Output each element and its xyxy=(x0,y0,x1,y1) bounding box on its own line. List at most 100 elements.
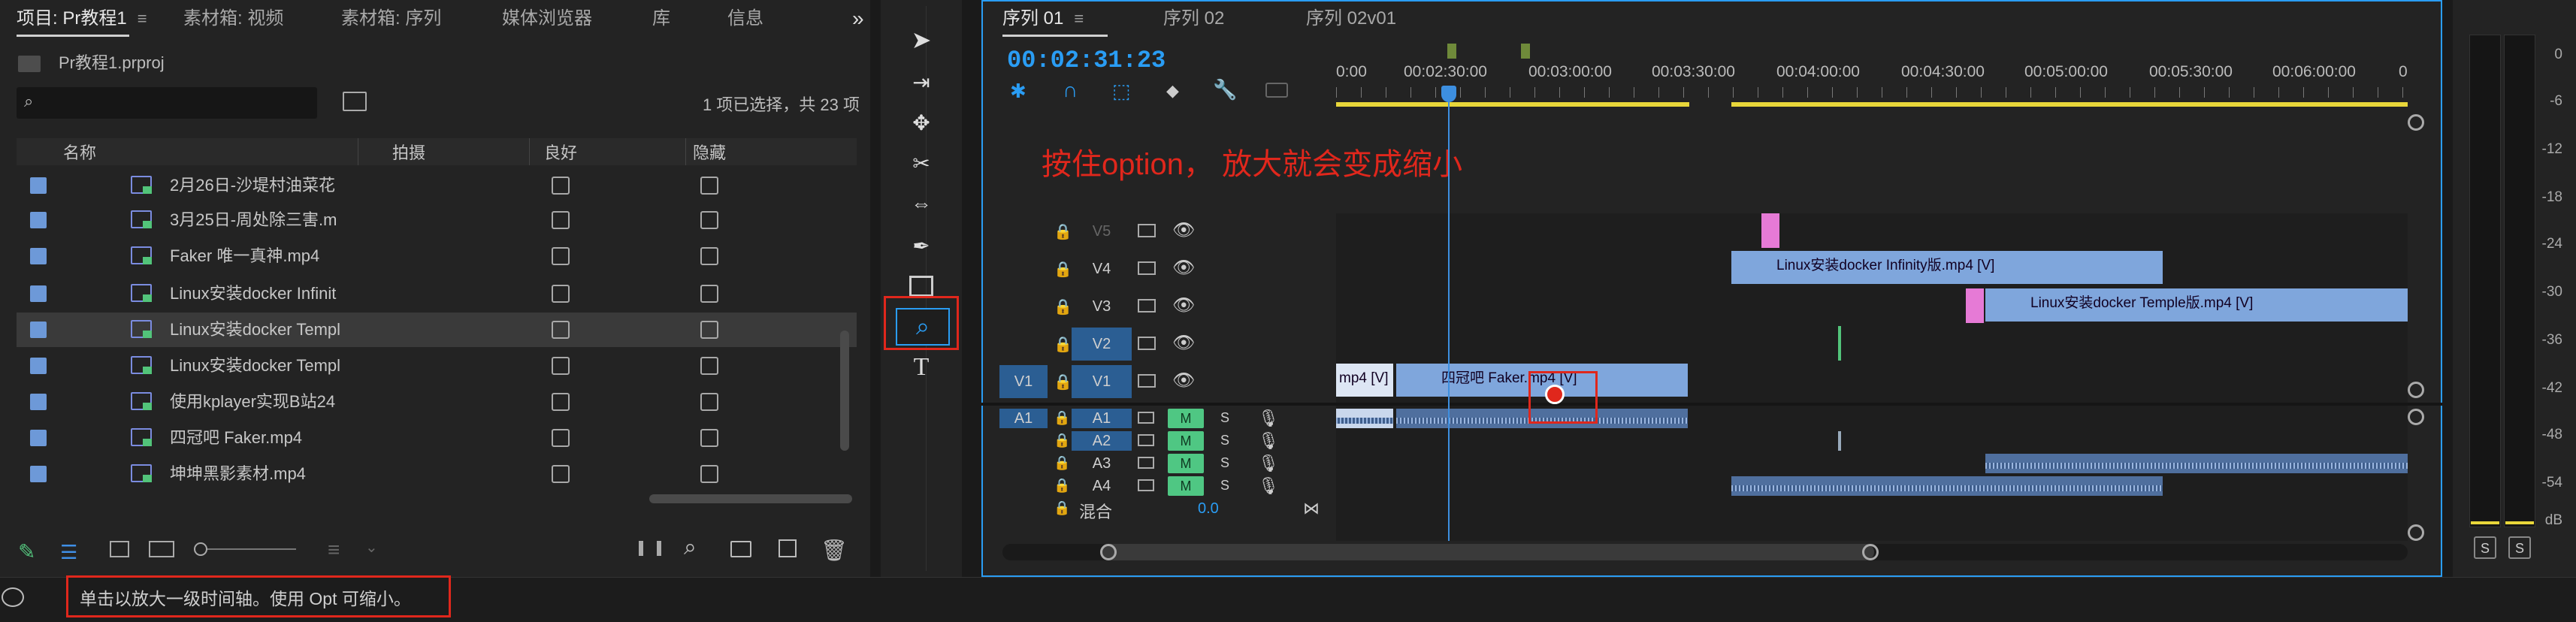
good-checkbox[interactable] xyxy=(552,465,570,483)
playhead-handle[interactable] xyxy=(1441,86,1456,102)
sync-lock-icon[interactable] xyxy=(1138,374,1156,388)
lock-icon[interactable]: 🔒 xyxy=(1054,373,1072,391)
automate-to-sequence-icon[interactable] xyxy=(639,541,661,556)
work-area-bar[interactable] xyxy=(1731,102,2408,107)
source-patch-v1[interactable]: V1 xyxy=(999,365,1048,398)
mute-button[interactable]: M xyxy=(1168,454,1204,473)
eye-icon[interactable]: 👁 xyxy=(1172,219,1195,241)
razor-tool-icon[interactable]: ✂ xyxy=(896,146,947,180)
clip-a4[interactable] xyxy=(1731,476,2163,496)
vertical-scrollbar[interactable] xyxy=(840,331,849,451)
lock-icon[interactable]: 🔒 xyxy=(1054,297,1072,316)
mute-button[interactable]: M xyxy=(1168,409,1204,428)
solo-button[interactable]: S xyxy=(1220,433,1229,448)
sync-lock-icon[interactable] xyxy=(1138,337,1156,350)
solo-button[interactable]: S xyxy=(1220,410,1229,426)
marker-green[interactable] xyxy=(1521,44,1530,59)
column-shot[interactable]: 拍摄 xyxy=(392,140,425,164)
solo-button[interactable]: S xyxy=(1220,478,1229,494)
icon-view-icon[interactable] xyxy=(110,541,129,557)
ripple-edit-tool-icon[interactable]: ✥ xyxy=(896,105,947,140)
good-checkbox[interactable] xyxy=(552,247,570,265)
list-item[interactable]: 2月26日-沙堤村油菜花 xyxy=(17,168,857,203)
mute-button[interactable]: M xyxy=(1168,476,1204,496)
vertical-zoom-handle[interactable] xyxy=(2408,382,2424,398)
microphone-icon[interactable]: 🎙 xyxy=(1258,409,1279,428)
playhead-timecode[interactable]: 00:02:31:23 xyxy=(1007,47,1166,74)
clip-v3[interactable]: Linux安装docker Temple版.mp4 [V] xyxy=(1985,288,2408,322)
list-item[interactable]: Linux安装docker Templ xyxy=(17,313,857,347)
add-marker-icon[interactable]: ◆ xyxy=(1166,81,1179,101)
vertical-zoom-handle[interactable] xyxy=(2408,524,2424,541)
work-area-bar[interactable] xyxy=(1336,102,1689,107)
track-label-v4[interactable]: V4 xyxy=(1072,252,1132,285)
label-color-chip[interactable] xyxy=(30,430,47,446)
track-label-v5[interactable]: V5 xyxy=(1072,215,1132,248)
mute-button[interactable]: M xyxy=(1168,431,1204,451)
freeform-view-icon[interactable] xyxy=(149,541,174,557)
column-good[interactable]: 良好 xyxy=(544,140,577,164)
solo-right-button[interactable]: S xyxy=(2508,536,2531,559)
captions-icon[interactable] xyxy=(1265,83,1288,98)
clip-v1-a[interactable]: mp4 [V] xyxy=(1336,364,1393,397)
hidden-checkbox[interactable] xyxy=(700,465,718,483)
selection-tool-icon[interactable]: ➤ xyxy=(896,23,947,57)
label-color-chip[interactable] xyxy=(30,212,47,228)
tab-bin-video[interactable]: 素材箱: 视频 xyxy=(183,0,283,38)
hidden-checkbox[interactable] xyxy=(700,393,718,411)
trash-icon[interactable]: 🗑 xyxy=(821,538,848,563)
lock-icon[interactable]: 🔒 xyxy=(1054,410,1070,426)
microphone-icon[interactable]: 🎙 xyxy=(1258,476,1279,496)
find-icon[interactable]: ⌕ xyxy=(684,535,697,560)
hidden-checkbox[interactable] xyxy=(700,177,718,195)
lock-icon[interactable]: 🔒 xyxy=(1054,260,1072,279)
sync-lock-icon[interactable] xyxy=(1138,224,1156,237)
clip-v2-green[interactable] xyxy=(1838,326,1841,361)
track-label-a4[interactable]: A4 xyxy=(1072,476,1132,496)
label-color-chip[interactable] xyxy=(30,394,47,410)
magnet-icon[interactable]: ∩ xyxy=(1063,78,1078,102)
snap-icon[interactable]: ✱ xyxy=(1010,80,1026,103)
lock-icon[interactable]: 🔒 xyxy=(1054,455,1070,471)
tab-project[interactable]: 项目: Pr教程1 ≡ xyxy=(17,0,147,38)
eye-icon[interactable]: 👁 xyxy=(1172,370,1195,391)
label-color-chip[interactable] xyxy=(30,285,47,302)
sync-lock-icon[interactable] xyxy=(1138,479,1154,491)
search-input[interactable]: ⌕ xyxy=(17,87,317,119)
good-checkbox[interactable] xyxy=(552,429,570,447)
clip-v4[interactable]: Linux安装docker Infinity版.mp4 [V] xyxy=(1731,251,2163,284)
hidden-checkbox[interactable] xyxy=(700,247,718,265)
good-checkbox[interactable] xyxy=(552,211,570,229)
zoom-tool-icon[interactable]: ⌕ xyxy=(896,308,950,346)
track-label-a1[interactable]: A1 xyxy=(1072,409,1132,428)
sync-lock-icon[interactable] xyxy=(1138,412,1154,424)
clip-a3[interactable] xyxy=(1985,454,2408,473)
track-label-a3[interactable]: A3 xyxy=(1072,454,1132,473)
clip-v5-pink[interactable] xyxy=(1761,213,1779,248)
time-ruler[interactable] xyxy=(1336,60,2408,108)
sync-lock-icon[interactable] xyxy=(1138,434,1154,446)
good-checkbox[interactable] xyxy=(552,321,570,339)
source-patch-a1[interactable]: A1 xyxy=(999,409,1048,428)
eye-icon[interactable]: 👁 xyxy=(1172,257,1195,279)
column-hidden[interactable]: 隐藏 xyxy=(693,140,726,164)
lock-icon[interactable]: 🔒 xyxy=(1054,500,1070,516)
eye-icon[interactable]: 👁 xyxy=(1172,332,1195,354)
list-item[interactable]: Linux安装docker Templ xyxy=(17,349,857,383)
playhead-line[interactable] xyxy=(1448,102,1450,541)
label-color-chip[interactable] xyxy=(30,466,47,482)
good-checkbox[interactable] xyxy=(552,357,570,375)
clip-a2-marker[interactable] xyxy=(1838,431,1841,451)
list-item[interactable]: 3月25日-周处除三害.m xyxy=(17,203,857,237)
list-view-icon[interactable]: ☰ xyxy=(60,541,77,564)
label-color-chip[interactable] xyxy=(30,358,47,374)
zoom-slider-handle[interactable] xyxy=(194,542,207,556)
slip-tool-icon[interactable]: ⇔ xyxy=(896,186,947,221)
linked-selection-icon[interactable]: ⬚ xyxy=(1112,80,1131,103)
microphone-icon[interactable]: 🎙 xyxy=(1258,454,1279,473)
good-checkbox[interactable] xyxy=(552,177,570,195)
bin-search-icon[interactable] xyxy=(343,92,367,111)
list-item[interactable]: Faker 唯一真神.mp4 xyxy=(17,239,857,273)
horizontal-scroll-thumb[interactable] xyxy=(1102,544,1874,560)
clip-v3-pink[interactable] xyxy=(1966,288,1984,323)
